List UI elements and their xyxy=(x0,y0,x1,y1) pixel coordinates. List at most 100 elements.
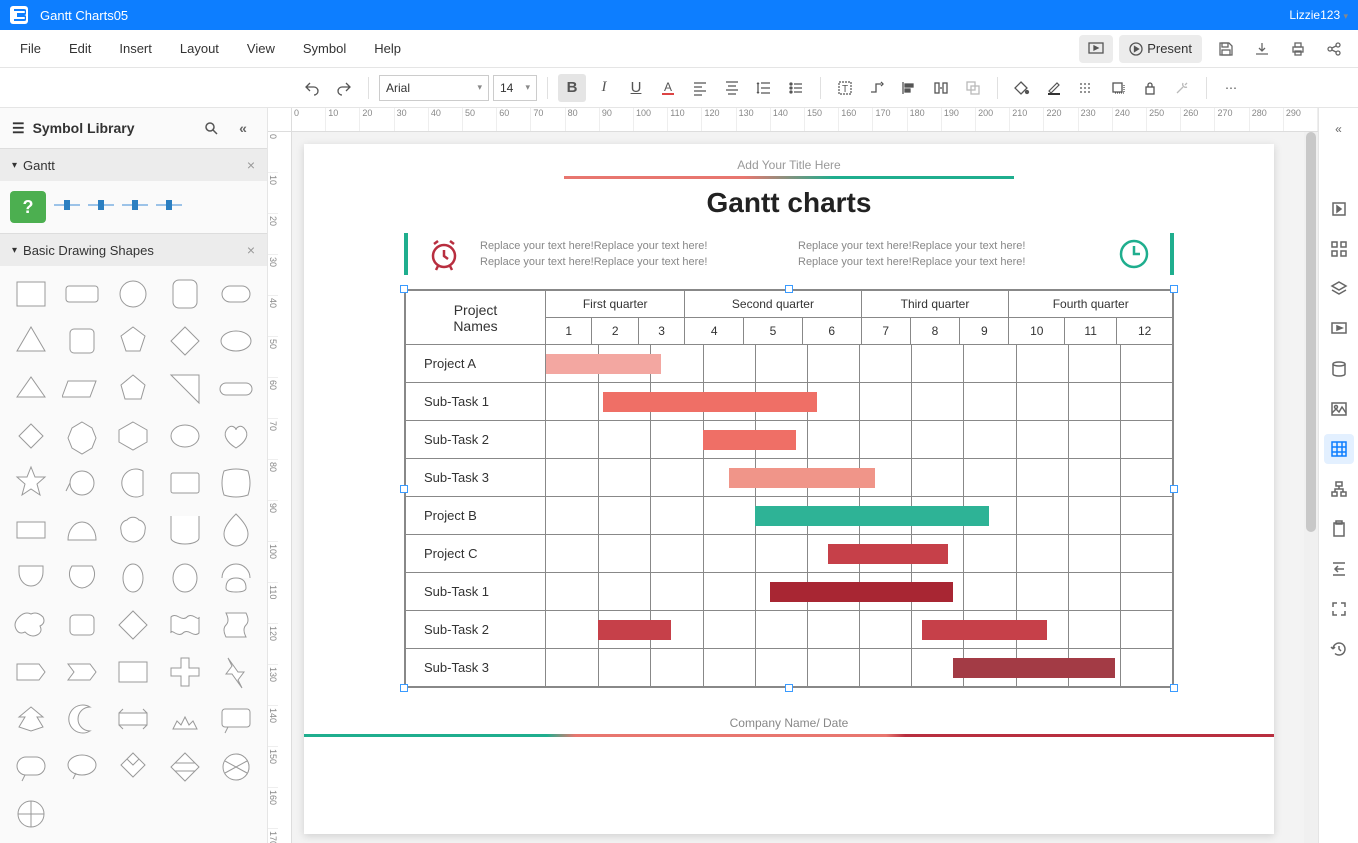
task-name[interactable]: Project A xyxy=(406,345,546,383)
print-button[interactable] xyxy=(1280,35,1316,63)
shape-5[interactable] xyxy=(8,321,53,361)
gantt-bar[interactable] xyxy=(922,620,1047,640)
menu-symbol[interactable]: Symbol xyxy=(289,35,360,62)
indent-icon[interactable] xyxy=(1324,554,1354,584)
search-library-button[interactable] xyxy=(199,116,223,140)
task-name[interactable]: Sub-Task 1 xyxy=(406,383,546,421)
shape-36[interactable] xyxy=(59,605,104,645)
menu-insert[interactable]: Insert xyxy=(105,35,166,62)
task-timeline[interactable] xyxy=(546,497,1173,535)
shape-28[interactable] xyxy=(162,510,207,550)
task-name[interactable]: Sub-Task 2 xyxy=(406,421,546,459)
gantt-bar[interactable] xyxy=(598,620,671,640)
shape-15[interactable] xyxy=(8,416,53,456)
shape-54[interactable] xyxy=(214,747,259,787)
align-left-button[interactable] xyxy=(895,74,923,102)
components-icon[interactable] xyxy=(1324,234,1354,264)
text-align-h-button[interactable] xyxy=(686,74,714,102)
fullscreen-icon[interactable] xyxy=(1324,594,1354,624)
bold-button[interactable]: B xyxy=(558,74,586,102)
user-menu[interactable]: Lizzie123 ▾ xyxy=(1289,8,1348,22)
table-icon[interactable] xyxy=(1324,434,1354,464)
shape-0[interactable] xyxy=(8,274,53,314)
collapse-library-button[interactable]: « xyxy=(231,116,255,140)
shape-12[interactable] xyxy=(111,369,156,409)
shape-7[interactable] xyxy=(111,321,156,361)
blurb-left[interactable]: Replace your text here!Replace your text… xyxy=(480,238,780,271)
shape-41[interactable] xyxy=(59,652,104,692)
present-button[interactable]: Present xyxy=(1119,35,1202,63)
text-tool-button[interactable]: T xyxy=(831,74,859,102)
save-button[interactable] xyxy=(1208,35,1244,63)
shape-8[interactable] xyxy=(162,321,207,361)
shape-38[interactable] xyxy=(162,605,207,645)
shape-32[interactable] xyxy=(111,558,156,598)
gantt-bar[interactable] xyxy=(603,392,817,412)
shape-31[interactable] xyxy=(59,558,104,598)
shape-10[interactable] xyxy=(8,369,53,409)
task-timeline[interactable] xyxy=(546,383,1173,421)
shape-37[interactable] xyxy=(111,605,156,645)
task-timeline[interactable] xyxy=(546,649,1173,687)
doc-title[interactable]: Gantt charts xyxy=(304,187,1274,219)
tools-button[interactable] xyxy=(1168,74,1196,102)
image-icon[interactable] xyxy=(1324,394,1354,424)
gantt-bar[interactable] xyxy=(953,658,1115,678)
shape-29[interactable] xyxy=(214,510,259,550)
shape-25[interactable] xyxy=(8,510,53,550)
distribute-button[interactable] xyxy=(927,74,955,102)
task-name[interactable]: Sub-Task 1 xyxy=(406,573,546,611)
shape-21[interactable] xyxy=(59,463,104,503)
fill-color-button[interactable] xyxy=(1008,74,1036,102)
group-button[interactable] xyxy=(959,74,987,102)
gantt-chart[interactable]: Project NamesFirst quarterSecond quarter… xyxy=(404,289,1174,688)
download-button[interactable] xyxy=(1244,35,1280,63)
gantt-bar[interactable] xyxy=(729,468,875,488)
gantt-bar[interactable] xyxy=(770,582,953,602)
shape-30[interactable] xyxy=(8,558,53,598)
layers-icon[interactable] xyxy=(1324,274,1354,304)
shape-13[interactable] xyxy=(162,369,207,409)
shape-39[interactable] xyxy=(214,605,259,645)
shape-2[interactable] xyxy=(111,274,156,314)
gantt-bar[interactable] xyxy=(755,506,990,526)
shape-34[interactable] xyxy=(214,558,259,598)
shape-35[interactable] xyxy=(8,605,53,645)
shape-49[interactable] xyxy=(214,699,259,739)
task-timeline[interactable] xyxy=(546,611,1173,649)
shape-20[interactable] xyxy=(8,463,53,503)
data-icon[interactable] xyxy=(1324,354,1354,384)
shape-45[interactable] xyxy=(8,699,53,739)
vertical-scrollbar[interactable] xyxy=(1304,132,1318,843)
shape-3[interactable] xyxy=(162,274,207,314)
shape-17[interactable] xyxy=(111,416,156,456)
line-color-button[interactable] xyxy=(1040,74,1068,102)
gantt-shape-1[interactable] xyxy=(54,200,80,214)
lock-button[interactable] xyxy=(1136,74,1164,102)
gantt-shape-4[interactable] xyxy=(156,200,182,214)
shape-18[interactable] xyxy=(162,416,207,456)
task-timeline[interactable] xyxy=(546,535,1173,573)
shape-51[interactable] xyxy=(59,747,104,787)
menu-layout[interactable]: Layout xyxy=(166,35,233,62)
task-name[interactable]: Sub-Task 3 xyxy=(406,649,546,687)
clipboard-icon[interactable] xyxy=(1324,514,1354,544)
gantt-bar[interactable] xyxy=(703,430,797,450)
menu-help[interactable]: Help xyxy=(360,35,415,62)
shape-6[interactable] xyxy=(59,321,104,361)
shape-26[interactable] xyxy=(59,510,104,550)
shape-19[interactable] xyxy=(214,416,259,456)
font-family-select[interactable]: Arial▾ xyxy=(379,75,489,101)
more-button[interactable]: ⋯ xyxy=(1217,74,1245,102)
shape-53[interactable] xyxy=(162,747,207,787)
italic-button[interactable]: I xyxy=(590,74,618,102)
menu-view[interactable]: View xyxy=(233,35,289,62)
shape-23[interactable] xyxy=(162,463,207,503)
shape-52[interactable] xyxy=(111,747,156,787)
collapse-right-button[interactable]: « xyxy=(1324,114,1354,144)
task-name[interactable]: Project C xyxy=(406,535,546,573)
category-basic-shapes[interactable]: ▾Basic Drawing Shapes× xyxy=(0,233,267,266)
share-button[interactable] xyxy=(1316,35,1352,63)
task-name[interactable]: Sub-Task 2 xyxy=(406,611,546,649)
shape-9[interactable] xyxy=(214,321,259,361)
